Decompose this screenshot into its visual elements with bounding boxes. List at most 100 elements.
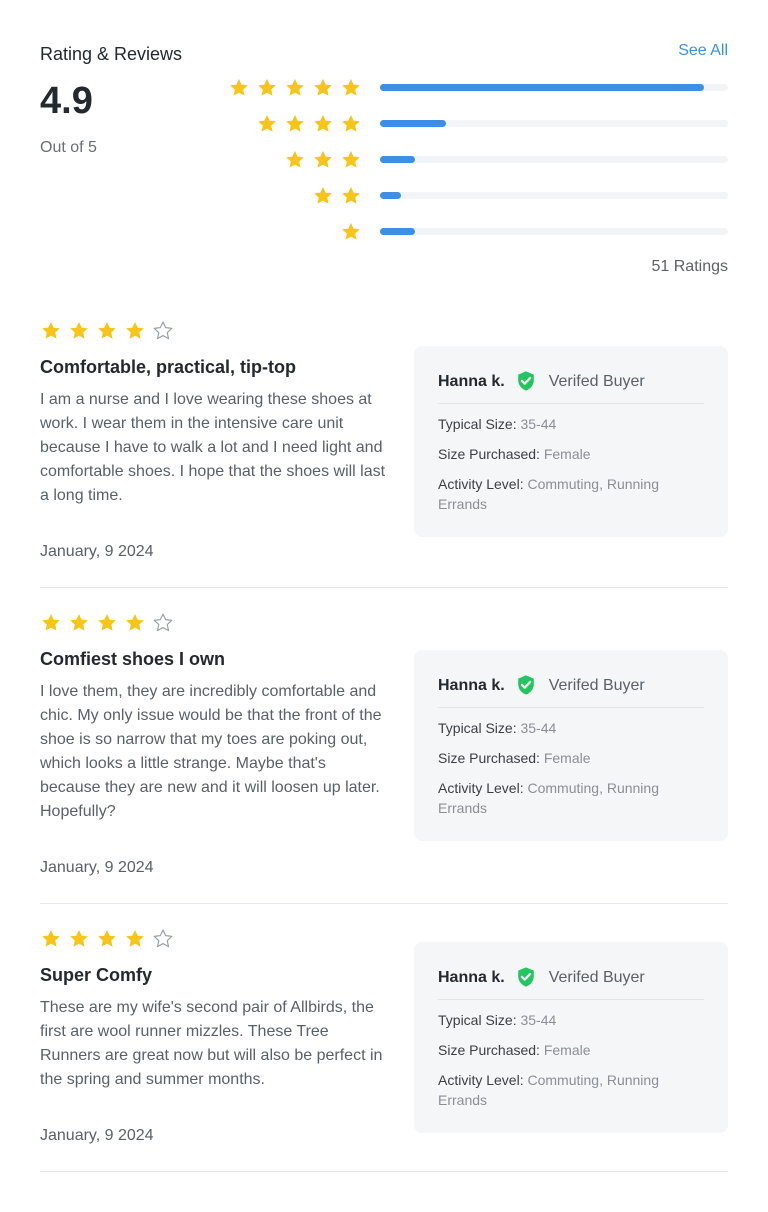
distribution-row-3	[220, 148, 728, 172]
distribution-bar-fill	[380, 84, 704, 91]
row-stars	[312, 184, 362, 208]
ratings-count: 51 Ratings	[651, 258, 729, 275]
review-rating-stars	[40, 612, 174, 634]
attr-label: Size Purchased:	[438, 750, 540, 766]
star-icon	[286, 151, 304, 168]
star-icon	[258, 79, 276, 96]
size-purchased: Size Purchased: Female	[438, 748, 704, 768]
attr-value: Female	[543, 446, 591, 462]
review-card: Super Comfy These are my wife's second p…	[40, 928, 728, 1172]
distribution-row-2	[220, 184, 728, 208]
star-icon	[342, 115, 360, 132]
buyer-info-card: Hanna k. Verifed Buyer Typical Size: 35-…	[414, 650, 728, 841]
attr-label: Typical Size:	[438, 1012, 517, 1028]
attr-value: Female	[543, 750, 591, 766]
verified-buyer-label: Verifed Buyer	[548, 373, 645, 390]
star-empty-icon	[153, 613, 173, 632]
distribution-bar-track	[380, 156, 728, 163]
review-date: January, 9 2024	[40, 1127, 154, 1144]
star-icon	[126, 322, 144, 339]
review-title: Comfortable, practical, tip-top	[40, 357, 297, 377]
verified-check-shield-icon	[517, 675, 534, 695]
verified-buyer-label: Verifed Buyer	[548, 677, 645, 694]
attr-label: Activity Level:	[438, 1072, 524, 1088]
star-icon	[258, 115, 276, 132]
star-icon	[42, 930, 60, 947]
star-icon	[126, 614, 144, 631]
average-rating: 4.9	[40, 80, 93, 122]
review-body: I love them, they are incredibly comfort…	[40, 683, 382, 820]
review-card: Comfortable, practical, tip-top I am a n…	[40, 320, 728, 588]
attr-label: Typical Size:	[438, 416, 517, 432]
star-icon	[342, 187, 360, 204]
review-date: January, 9 2024	[40, 859, 154, 876]
attr-label: Size Purchased:	[438, 446, 540, 462]
attr-value: 35-44	[520, 416, 557, 432]
star-icon	[314, 115, 332, 132]
buyer-name: Hanna k.	[438, 677, 505, 694]
verified-check-shield-icon	[517, 967, 534, 987]
distribution-bar-track	[380, 120, 728, 127]
star-icon	[98, 614, 116, 631]
distribution-bar-track	[380, 192, 728, 199]
star-icon	[126, 930, 144, 947]
distribution-row-4	[220, 112, 728, 136]
distribution-row-5	[220, 76, 728, 100]
star-icon	[342, 151, 360, 168]
star-icon	[286, 79, 304, 96]
review-body: I am a nurse and I love wearing these sh…	[40, 391, 386, 504]
distribution-bar-fill	[380, 120, 447, 127]
star-icon	[314, 79, 332, 96]
star-icon	[70, 614, 88, 631]
row-stars	[340, 220, 362, 244]
verified-check-shield-icon	[517, 371, 534, 391]
verified-buyer-label: Verifed Buyer	[548, 969, 645, 986]
see-all-link[interactable]: See All	[678, 42, 728, 60]
row-stars	[256, 112, 362, 136]
star-icon	[314, 187, 332, 204]
star-icon	[230, 79, 248, 96]
star-icon	[286, 115, 304, 132]
star-icon	[70, 930, 88, 947]
typical-size: Typical Size: 35-44	[438, 414, 704, 434]
out-of-label: Out of 5	[40, 139, 97, 156]
section-title: Rating & Reviews	[40, 44, 183, 64]
review-divider	[40, 587, 728, 588]
star-icon	[314, 151, 332, 168]
attr-label: Activity Level:	[438, 476, 524, 492]
star-empty-icon	[153, 321, 173, 340]
star-icon	[98, 322, 116, 339]
review-divider	[40, 903, 728, 904]
buyer-header: Hanna k. Verifed Buyer	[438, 370, 704, 404]
row-stars	[284, 148, 362, 172]
star-empty-icon	[153, 929, 173, 948]
buyer-name: Hanna k.	[438, 969, 505, 986]
buyer-info-card: Hanna k. Verifed Buyer Typical Size: 35-…	[414, 346, 728, 537]
distribution-bar-fill	[380, 228, 415, 235]
review-title: Super Comfy	[40, 965, 153, 985]
star-icon	[342, 79, 360, 96]
rating-summary: Rating & Reviews See All 4.9 Out of 5 51…	[40, 40, 728, 290]
attr-label: Activity Level:	[438, 780, 524, 796]
review-divider	[40, 1171, 728, 1172]
buyer-header: Hanna k. Verifed Buyer	[438, 966, 704, 1000]
buyer-info-card: Hanna k. Verifed Buyer Typical Size: 35-…	[414, 942, 728, 1133]
attr-label: Size Purchased:	[438, 1042, 540, 1058]
star-icon	[98, 930, 116, 947]
review-title: Comfiest shoes I own	[40, 649, 226, 669]
buyer-name: Hanna k.	[438, 373, 505, 390]
size-purchased: Size Purchased: Female	[438, 444, 704, 464]
star-icon	[42, 322, 60, 339]
review-rating-stars	[40, 320, 174, 342]
distribution-bar-track	[380, 84, 728, 91]
attr-value: 35-44	[520, 1012, 557, 1028]
star-icon	[70, 322, 88, 339]
attr-value: 35-44	[520, 720, 557, 736]
distribution-row-1	[220, 220, 728, 244]
typical-size: Typical Size: 35-44	[438, 718, 704, 738]
typical-size: Typical Size: 35-44	[438, 1010, 704, 1030]
size-purchased: Size Purchased: Female	[438, 1040, 704, 1060]
activity-level: Activity Level: Commuting, Running Erran…	[438, 474, 704, 514]
activity-level: Activity Level: Commuting, Running Erran…	[438, 1070, 704, 1110]
activity-level: Activity Level: Commuting, Running Erran…	[438, 778, 704, 818]
